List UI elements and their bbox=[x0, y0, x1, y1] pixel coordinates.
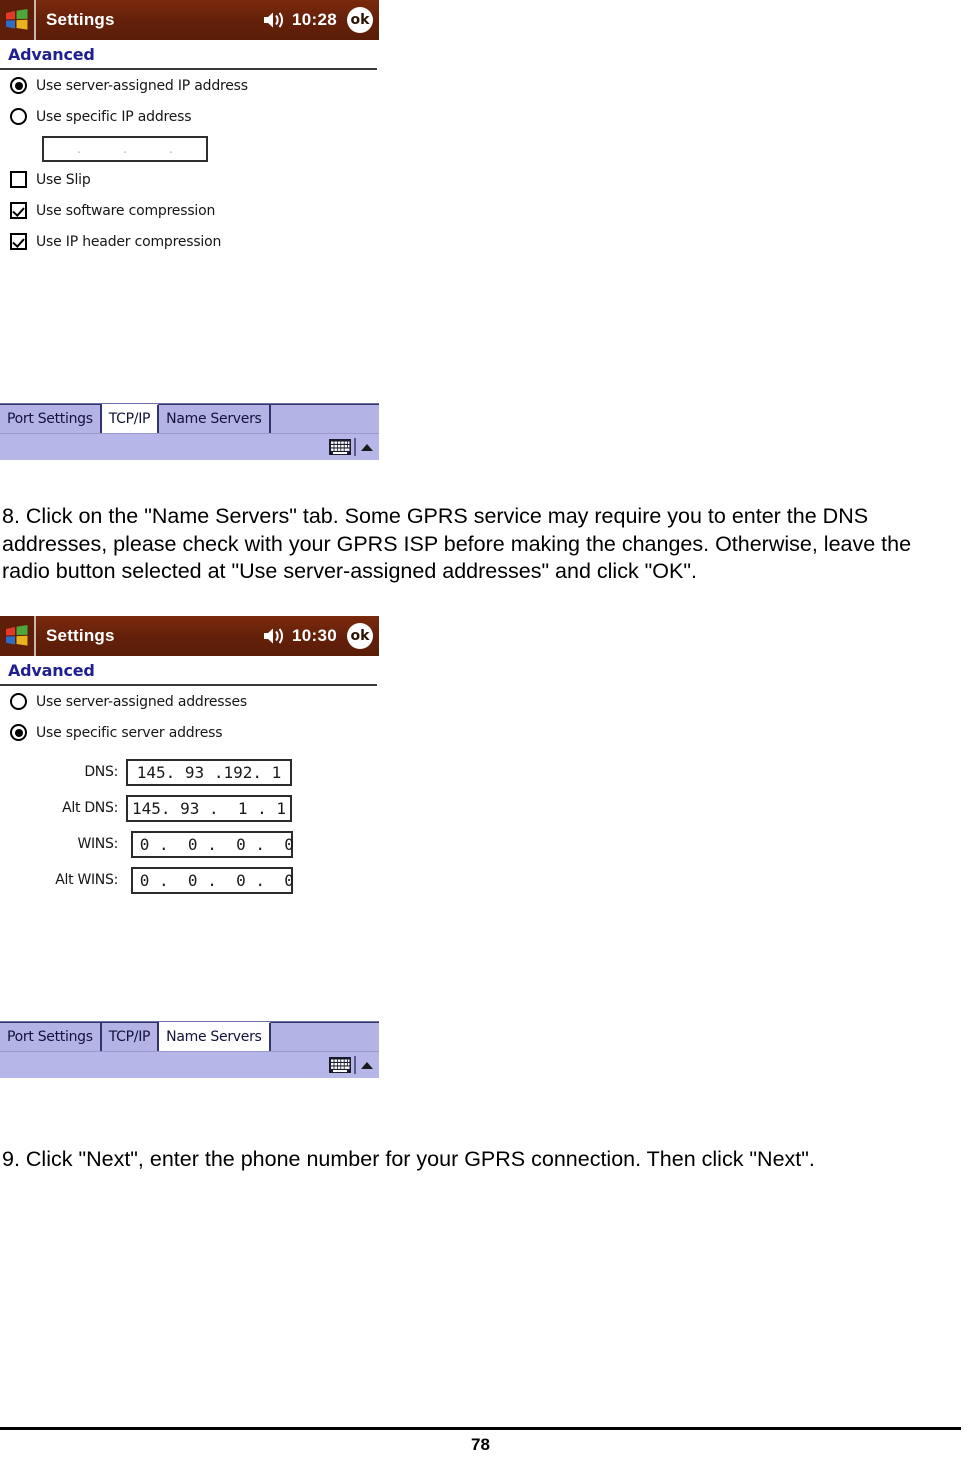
sip-taskbar bbox=[0, 433, 379, 460]
checkbox-label-software-compression: Use software compression bbox=[36, 202, 216, 219]
field-row-wins: WINS: 0 . 0 . 0 . 0 bbox=[0, 826, 379, 862]
sip-separator bbox=[354, 438, 356, 456]
tab-tcpip[interactable]: TCP/IP bbox=[101, 404, 160, 433]
clock: 10:28 bbox=[292, 10, 337, 29]
footer-divider bbox=[0, 1427, 961, 1430]
radio-server-assigned-addresses[interactable] bbox=[10, 693, 27, 710]
radio-specific-server-address[interactable] bbox=[10, 724, 27, 741]
radio-row-server-assigned-addresses[interactable]: Use server-assigned addresses bbox=[0, 686, 379, 717]
radio-row-server-assigned-ip[interactable]: Use server-assigned IP address bbox=[0, 70, 379, 101]
pda-screenshot-tcpip: Settings 10:28 ok Advanced Use server-as… bbox=[0, 0, 379, 460]
field-label-alt-wins: Alt WINS: bbox=[55, 872, 118, 888]
page-number: 78 bbox=[471, 1435, 490, 1454]
titlebar: Settings 10:30 ok bbox=[0, 616, 379, 656]
content-spacer bbox=[0, 257, 379, 403]
checkbox-row-software-compression[interactable]: Use software compression bbox=[0, 195, 379, 226]
tab-strip: Port Settings TCP/IP Name Servers bbox=[0, 1021, 379, 1051]
ip-address-input[interactable]: . . . bbox=[42, 136, 208, 162]
radio-label-specific-server-address: Use specific server address bbox=[36, 724, 223, 741]
checkbox-ip-header-compression[interactable] bbox=[10, 233, 27, 250]
field-label-wins: WINS: bbox=[77, 836, 118, 852]
tab-strip-filler bbox=[270, 404, 379, 433]
checkbox-use-slip[interactable] bbox=[10, 171, 27, 188]
chevron-up-icon[interactable] bbox=[361, 1061, 373, 1069]
window-title: Settings bbox=[46, 10, 115, 29]
content-spacer bbox=[0, 898, 379, 1021]
sip-separator bbox=[354, 1056, 356, 1074]
start-button[interactable] bbox=[0, 0, 36, 40]
tab-port-settings[interactable]: Port Settings bbox=[0, 404, 102, 433]
sip-taskbar bbox=[0, 1051, 379, 1078]
ok-button[interactable]: ok bbox=[347, 623, 373, 649]
radio-row-specific-ip[interactable]: Use specific IP address bbox=[0, 101, 379, 132]
field-row-alt-dns: Alt DNS: 145. 93 . 1 . 1 bbox=[0, 790, 379, 826]
dns-input[interactable]: 145. 93 .192. 1 bbox=[126, 758, 292, 786]
clock: 10:30 bbox=[292, 626, 337, 645]
field-label-alt-dns: Alt DNS: bbox=[62, 800, 118, 816]
windows-flag-icon bbox=[6, 9, 28, 30]
titlebar-status-area: 10:28 ok bbox=[262, 7, 379, 33]
alt-wins-input[interactable]: 0 . 0 . 0 . 0 bbox=[131, 866, 294, 894]
keyboard-icon[interactable] bbox=[329, 439, 351, 455]
ok-button[interactable]: ok bbox=[347, 7, 373, 33]
window-title: Settings bbox=[46, 626, 115, 645]
tab-name-servers[interactable]: Name Servers bbox=[159, 404, 271, 433]
checkbox-row-ip-header-compression[interactable]: Use IP header compression bbox=[0, 226, 379, 257]
tab-name-servers[interactable]: Name Servers bbox=[159, 1022, 271, 1051]
wins-input[interactable]: 0 . 0 . 0 . 0 bbox=[131, 830, 294, 858]
ip-separator-dot-3: . bbox=[168, 141, 174, 157]
instruction-paragraph-8: 8. Click on the "Name Servers" tab. Some… bbox=[2, 504, 912, 583]
start-button[interactable] bbox=[0, 616, 36, 656]
speaker-icon[interactable] bbox=[262, 10, 286, 30]
checkbox-software-compression[interactable] bbox=[10, 202, 27, 219]
radio-row-specific-server-address[interactable]: Use specific server address bbox=[0, 717, 379, 748]
tab-strip: Port Settings TCP/IP Name Servers bbox=[0, 403, 379, 433]
radio-specific-ip[interactable] bbox=[10, 108, 27, 125]
ip-separator-dot-2: . bbox=[122, 141, 128, 157]
radio-label-server-assigned-addresses: Use server-assigned addresses bbox=[36, 693, 247, 710]
checkbox-row-use-slip[interactable]: Use Slip bbox=[0, 164, 379, 195]
tab-strip-filler bbox=[270, 1022, 379, 1051]
ip-address-field-wrap: . . . bbox=[0, 132, 379, 164]
field-row-dns: DNS: 145. 93 .192. 1 bbox=[0, 754, 379, 790]
alt-dns-input[interactable]: 145. 93 . 1 . 1 bbox=[126, 794, 292, 822]
ip-separator-dot-1: . bbox=[76, 141, 82, 157]
titlebar: Settings 10:28 ok bbox=[0, 0, 379, 40]
chevron-up-icon[interactable] bbox=[361, 443, 373, 451]
radio-label-specific-ip: Use specific IP address bbox=[36, 108, 192, 125]
instruction-paragraph-9: 9. Click "Next", enter the phone number … bbox=[2, 1147, 815, 1171]
page-title: Advanced bbox=[8, 661, 95, 680]
tab-port-settings[interactable]: Port Settings bbox=[0, 1022, 102, 1051]
page-title: Advanced bbox=[8, 45, 95, 64]
keyboard-icon[interactable] bbox=[329, 1057, 351, 1073]
titlebar-status-area: 10:30 ok bbox=[262, 623, 379, 649]
checkbox-label-ip-header-compression: Use IP header compression bbox=[36, 233, 222, 250]
radio-label-server-assigned-ip: Use server-assigned IP address bbox=[36, 77, 248, 94]
pda-content: Advanced Use server-assigned IP address … bbox=[0, 40, 379, 403]
windows-flag-icon bbox=[6, 625, 28, 646]
speaker-icon[interactable] bbox=[262, 626, 286, 646]
radio-server-assigned-ip[interactable] bbox=[10, 77, 27, 94]
pda-screenshot-name-servers: Settings 10:30 ok Advanced Use server-as… bbox=[0, 616, 379, 1078]
checkbox-label-use-slip: Use Slip bbox=[36, 171, 91, 188]
tab-tcpip[interactable]: TCP/IP bbox=[101, 1022, 160, 1051]
pda-content: Advanced Use server-assigned addresses U… bbox=[0, 656, 379, 1021]
field-label-dns: DNS: bbox=[84, 764, 118, 780]
field-row-alt-wins: Alt WINS: 0 . 0 . 0 . 0 bbox=[0, 862, 379, 898]
